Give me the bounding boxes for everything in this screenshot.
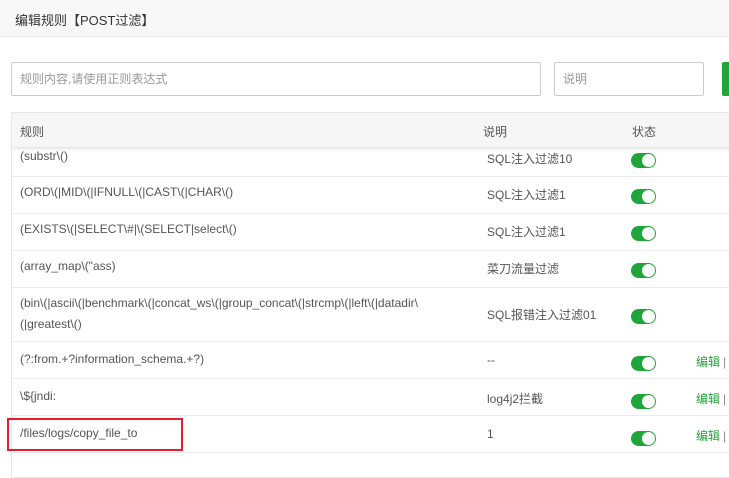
- row-operations: [696, 151, 699, 165]
- separator: |: [723, 429, 727, 443]
- status-toggle[interactable]: [631, 189, 656, 204]
- rule-description: SQL注入过滤10: [487, 152, 573, 166]
- status-toggle[interactable]: [631, 394, 656, 409]
- row-operations: 编辑 |: [696, 353, 726, 370]
- rule-input[interactable]: [11, 62, 541, 96]
- status-toggle[interactable]: [631, 153, 656, 168]
- table-row: /files/logs/copy_file_to 1 编辑 |: [12, 415, 729, 453]
- table-row: (EXISTS\(|SELECT\#|\(SELECT|select\() SQ…: [12, 213, 729, 251]
- rule-text: (bin\(|ascii\(|benchmark\(|concat_ws\(|g…: [20, 296, 418, 331]
- row-operations: [696, 260, 699, 274]
- rule-description: 菜刀流量过滤: [487, 262, 560, 276]
- add-rule-button[interactable]: [722, 62, 729, 96]
- separator: |: [723, 355, 727, 369]
- rule-description: SQL报错注入过滤01: [487, 308, 597, 322]
- edit-link[interactable]: 编辑: [696, 355, 720, 369]
- row-operations: [696, 186, 699, 200]
- rule-text: \${jndi:: [20, 389, 57, 403]
- rule-text: (?:from.+?information_schema.+?): [20, 352, 205, 366]
- toggle-knob: [642, 190, 655, 203]
- rules-table: 规则 说明 状态 (substr\() SQL注入过滤10 (ORD\(|MID…: [11, 112, 729, 478]
- row-operations: 编辑 |: [696, 427, 726, 444]
- toggle-knob: [642, 395, 655, 408]
- rule-text: (array_map\("ass): [20, 259, 116, 273]
- rule-text: /files/logs/copy_file_to: [20, 426, 138, 440]
- edit-link[interactable]: 编辑: [696, 429, 720, 443]
- status-toggle[interactable]: [631, 263, 656, 278]
- table-row: (array_map\("ass) 菜刀流量过滤: [12, 250, 729, 288]
- column-header-description: 说明: [483, 125, 508, 139]
- rule-description: 1: [487, 427, 494, 441]
- table-row: (ORD\(|MID\(|IFNULL\(|CAST\(|CHAR\() SQL…: [12, 176, 729, 214]
- toggle-knob: [642, 432, 655, 445]
- rule-description: log4j2拦截: [487, 392, 544, 406]
- dialog-title: 编辑规则【POST过滤】: [15, 13, 155, 28]
- table-row: (bin\(|ascii\(|benchmark\(|concat_ws\(|g…: [12, 287, 729, 342]
- table-row: (substr\() SQL注入过滤10: [12, 144, 729, 177]
- row-operations: [696, 306, 699, 320]
- toggle-knob: [642, 227, 655, 240]
- status-toggle[interactable]: [631, 431, 656, 446]
- toggle-knob: [642, 357, 655, 370]
- toggle-knob: [642, 264, 655, 277]
- status-toggle[interactable]: [631, 309, 656, 324]
- toggle-knob: [642, 154, 655, 167]
- status-toggle[interactable]: [631, 356, 656, 371]
- rule-text: (substr\(): [20, 149, 68, 163]
- edit-link[interactable]: 编辑: [696, 392, 720, 406]
- table-row: (?:from.+?information_schema.+?) -- 编辑 |: [12, 341, 729, 379]
- table-row: \${jndi: log4j2拦截 编辑 |: [12, 378, 729, 416]
- toggle-knob: [642, 310, 655, 323]
- status-toggle[interactable]: [631, 226, 656, 241]
- description-input[interactable]: [554, 62, 704, 96]
- separator: |: [723, 392, 727, 406]
- rule-description: --: [487, 353, 495, 367]
- rule-description: SQL注入过滤1: [487, 188, 566, 202]
- rule-description: SQL注入过滤1: [487, 225, 566, 239]
- column-header-status: 状态: [632, 125, 657, 139]
- row-operations: [696, 223, 699, 237]
- table-header: 规则 说明 状态: [12, 113, 729, 148]
- rule-text: (ORD\(|MID\(|IFNULL\(|CAST\(|CHAR\(): [20, 185, 234, 199]
- rule-text: (EXISTS\(|SELECT\#|\(SELECT|select\(): [20, 222, 237, 236]
- dialog-header: 编辑规则【POST过滤】: [0, 0, 729, 37]
- column-header-rule: 规则: [20, 125, 45, 139]
- row-operations: 编辑 |: [696, 390, 726, 407]
